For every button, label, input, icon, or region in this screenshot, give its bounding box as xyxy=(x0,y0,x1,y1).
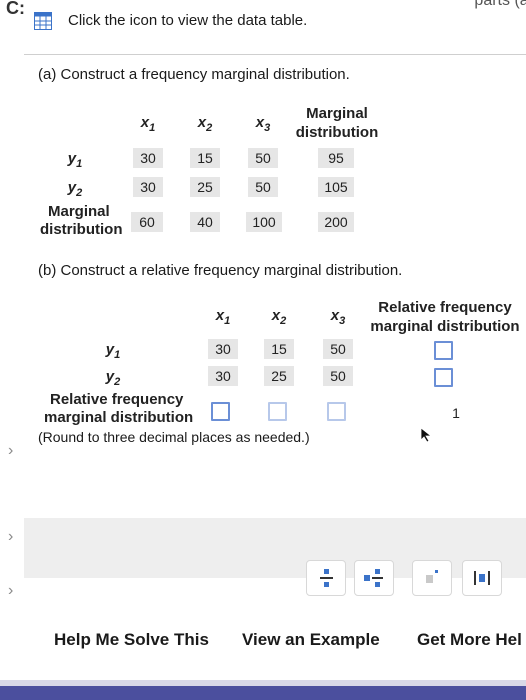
footer-bar xyxy=(0,686,526,700)
part-a-marginal-cell: 100 xyxy=(246,212,282,232)
exponent-icon xyxy=(426,570,438,583)
part-b-cell: 50 xyxy=(323,366,353,386)
answer-input-box[interactable] xyxy=(434,341,453,360)
answer-input-box[interactable] xyxy=(268,402,287,421)
question-header-left: C: xyxy=(6,0,25,18)
part-a-cell: 50 xyxy=(248,177,278,197)
part-b-cell: 15 xyxy=(264,339,294,359)
part-b-col-header-x3: x3 xyxy=(330,307,346,327)
mixed-number-icon xyxy=(364,569,383,587)
grid-icon[interactable] xyxy=(34,12,52,30)
chevron-right-icon[interactable]: › xyxy=(8,528,13,546)
part-b-cell: 50 xyxy=(323,339,353,359)
part-b-col-header-x1: x1 xyxy=(215,307,231,327)
question-header-cutoff: C: parts (a) xyxy=(0,0,526,18)
answer-input-box[interactable] xyxy=(211,402,230,421)
part-a-col-header-x1: x1 xyxy=(140,114,156,134)
part-a-cell: 25 xyxy=(190,177,220,197)
chevron-right-icon[interactable]: › xyxy=(8,582,13,600)
part-b-cell: 25 xyxy=(264,366,294,386)
part-b-col-header-x2: x2 xyxy=(271,307,287,327)
part-a-marginal-cell: 40 xyxy=(190,212,220,232)
part-a-marginal-header: Marginal distribution xyxy=(295,105,379,141)
question-header-right: parts (a) xyxy=(474,0,526,9)
part-b-title: (b) Construct a relative frequency margi… xyxy=(38,262,403,279)
rounding-note: (Round to three decimal places as needed… xyxy=(38,429,310,445)
answer-input-box[interactable] xyxy=(434,368,453,387)
exponent-button[interactable] xyxy=(412,560,452,596)
part-b-cell: 30 xyxy=(208,339,238,359)
mouse-cursor-icon xyxy=(420,427,433,443)
view-an-example-link[interactable]: View an Example xyxy=(242,630,380,650)
part-a-cell: 50 xyxy=(248,148,278,168)
chevron-right-icon[interactable]: › xyxy=(8,442,13,460)
part-b-row-label-y1: y1 xyxy=(105,341,121,361)
get-more-help-link[interactable]: Get More Hel xyxy=(417,630,522,650)
part-a-marginal-row-label: Marginal distribution xyxy=(40,203,123,238)
part-a-marginal-cell: 95 xyxy=(318,148,354,168)
part-b-cell: 30 xyxy=(208,366,238,386)
answer-input-box[interactable] xyxy=(327,402,346,421)
data-table-link-text[interactable]: Click the icon to view the data table. xyxy=(68,12,307,29)
part-a-total-cell: 200 xyxy=(318,212,354,232)
part-b-row-label-y2: y2 xyxy=(105,368,121,388)
part-a-row-label-y1: y1 xyxy=(67,150,83,170)
part-a-marginal-cell: 60 xyxy=(131,212,163,232)
part-a-cell: 30 xyxy=(133,148,163,168)
part-b-total-value: 1 xyxy=(452,405,460,421)
fraction-button[interactable] xyxy=(306,560,346,596)
part-b-marginal-row-label: Relative frequency marginal distribution xyxy=(44,391,194,426)
fraction-icon xyxy=(320,569,333,587)
part-b-marginal-header: Relative frequency marginal distribution xyxy=(370,299,520,335)
absolute-value-icon xyxy=(474,571,490,585)
part-a-col-header-x2: x2 xyxy=(197,114,213,134)
mixed-number-button[interactable] xyxy=(354,560,394,596)
part-a-title: (a) Construct a frequency marginal distr… xyxy=(38,66,350,83)
help-me-solve-this-link[interactable]: Help Me Solve This xyxy=(54,630,209,650)
part-a-cell: 30 xyxy=(133,177,163,197)
divider xyxy=(24,54,526,55)
part-a-row-label-y2: y2 xyxy=(67,179,83,199)
absolute-value-button[interactable] xyxy=(462,560,502,596)
part-a-cell: 15 xyxy=(190,148,220,168)
part-a-col-header-x3: x3 xyxy=(255,114,271,134)
part-a-marginal-cell: 105 xyxy=(318,177,354,197)
